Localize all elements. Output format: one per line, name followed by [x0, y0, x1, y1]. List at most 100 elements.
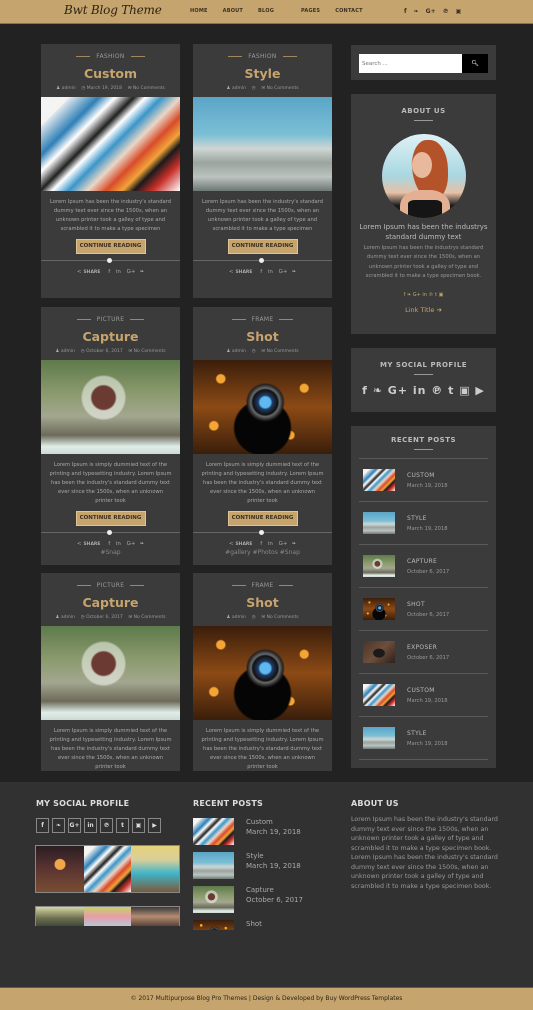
- post-category[interactable]: FRAME: [193, 582, 332, 589]
- post-category[interactable]: PICTURE: [41, 316, 180, 323]
- continue-reading-button[interactable]: CONTINUE READING: [227, 239, 298, 254]
- instagram-icon[interactable]: ▣: [456, 8, 462, 15]
- search-button[interactable]: 🔍︎: [462, 54, 488, 73]
- recent-post-item[interactable]: STYLE March 19, 2018: [359, 717, 488, 760]
- gallery-image[interactable]: [36, 846, 84, 892]
- continue-reading-button[interactable]: CONTINUE READING: [227, 511, 298, 526]
- footer-recent-item[interactable]: Style March 19, 2018: [193, 852, 301, 879]
- recent-post-title[interactable]: CAPTURE: [407, 558, 449, 565]
- recent-post-title[interactable]: STYLE: [407, 515, 448, 522]
- recent-post-item[interactable]: CUSTOM March 19, 2018: [359, 459, 488, 502]
- facebook-icon[interactable]: f: [404, 8, 407, 15]
- post-title[interactable]: Shot: [193, 595, 332, 611]
- recent-post-thumb[interactable]: [363, 469, 395, 491]
- tumblr-icon[interactable]: t: [116, 818, 129, 833]
- continue-reading-button[interactable]: CONTINUE READING: [75, 511, 146, 526]
- recent-post-title[interactable]: CUSTOM: [407, 687, 448, 694]
- post-title[interactable]: Style: [193, 66, 332, 82]
- twitter-icon[interactable]: ❧: [292, 541, 297, 547]
- continue-reading-button[interactable]: CONTINUE READING: [75, 239, 146, 254]
- post-author[interactable]: admin: [61, 615, 75, 620]
- post-comments[interactable]: No Comments: [267, 349, 299, 354]
- post-author[interactable]: admin: [232, 86, 246, 91]
- recent-post-item[interactable]: CAPTURE October 6, 2017: [359, 545, 488, 588]
- gallery-image[interactable]: [83, 846, 132, 892]
- about-social-icons[interactable]: f ❧ G+ in ℗ t ▣: [351, 292, 496, 298]
- footer-recent-thumb[interactable]: [193, 852, 234, 879]
- search-input[interactable]: [359, 54, 462, 73]
- instagram-icon[interactable]: ▣: [132, 818, 145, 833]
- post-comments[interactable]: No Comments: [267, 86, 299, 91]
- post-author[interactable]: admin: [232, 349, 246, 354]
- post-author[interactable]: admin: [62, 86, 76, 91]
- footer-recent-item[interactable]: Capture October 6, 2017: [193, 886, 303, 913]
- footer-recent-title[interactable]: Custom: [246, 818, 301, 828]
- twitter-icon[interactable]: ❧: [414, 8, 419, 15]
- post-tags[interactable]: #gallery #Photos #Snap: [193, 549, 332, 556]
- recent-post-title[interactable]: EXPOSER: [407, 644, 449, 651]
- footer-recent-thumb[interactable]: [193, 886, 234, 913]
- google-plus-icon[interactable]: G+: [127, 269, 136, 275]
- facebook-icon[interactable]: f: [260, 269, 262, 275]
- post-author[interactable]: admin: [232, 615, 246, 620]
- nav-contact[interactable]: CONTACT: [335, 8, 362, 14]
- footer-recent-thumb[interactable]: [193, 818, 234, 845]
- linkedin-icon[interactable]: in: [268, 541, 273, 547]
- post-image[interactable]: [41, 360, 180, 454]
- post-comments[interactable]: No Comments: [133, 86, 165, 91]
- recent-post-thumb[interactable]: [363, 598, 395, 620]
- twitter-icon[interactable]: ❧: [140, 269, 145, 275]
- recent-post-title[interactable]: STYLE: [407, 730, 448, 737]
- twitter-icon[interactable]: ❧: [52, 818, 65, 833]
- recent-post-thumb[interactable]: [363, 641, 395, 663]
- footer-recent-title[interactable]: Shot: [246, 920, 262, 930]
- footer-recent-thumb[interactable]: [193, 920, 234, 930]
- google-plus-icon[interactable]: G+: [426, 8, 436, 15]
- google-plus-icon[interactable]: G+: [279, 269, 288, 275]
- post-title[interactable]: Custom: [41, 66, 180, 82]
- post-comments[interactable]: No Comments: [267, 615, 299, 620]
- recent-post-thumb[interactable]: [363, 684, 395, 706]
- pinterest-icon[interactable]: ℗: [100, 818, 113, 833]
- site-logo[interactable]: Bwt Blog Theme: [64, 3, 162, 17]
- footer-recent-title[interactable]: Style: [246, 852, 301, 862]
- gallery-image[interactable]: [131, 846, 180, 892]
- post-image[interactable]: [193, 97, 332, 191]
- google-plus-icon[interactable]: G+: [279, 541, 288, 547]
- post-tags[interactable]: #Snap: [41, 549, 180, 556]
- linkedin-icon[interactable]: in: [116, 541, 121, 547]
- facebook-icon[interactable]: f: [108, 269, 110, 275]
- post-image[interactable]: [41, 626, 180, 720]
- gallery-image[interactable]: [36, 907, 84, 926]
- linkedin-icon[interactable]: in: [84, 818, 97, 833]
- post-image[interactable]: [41, 97, 180, 191]
- post-image[interactable]: [193, 626, 332, 720]
- link-title[interactable]: Link Title ➔: [351, 306, 496, 314]
- recent-post-title[interactable]: CUSTOM: [407, 472, 448, 479]
- twitter-icon[interactable]: ❧: [292, 269, 297, 275]
- pinterest-icon[interactable]: ℗: [443, 8, 449, 15]
- recent-post-thumb[interactable]: [363, 512, 395, 534]
- facebook-icon[interactable]: f: [108, 541, 110, 547]
- footer-recent-item[interactable]: Custom March 19, 2018: [193, 818, 301, 845]
- gallery-image[interactable]: [83, 907, 132, 926]
- linkedin-icon[interactable]: in: [268, 269, 273, 275]
- facebook-icon[interactable]: f: [260, 541, 262, 547]
- recent-post-item[interactable]: SHOT October 6, 2017: [359, 588, 488, 631]
- twitter-icon[interactable]: ❧: [140, 541, 145, 547]
- post-author[interactable]: admin: [61, 349, 75, 354]
- post-title[interactable]: Capture: [41, 595, 180, 611]
- google-plus-icon[interactable]: G+: [68, 818, 81, 833]
- facebook-icon[interactable]: f: [36, 818, 49, 833]
- post-title[interactable]: Shot: [193, 329, 332, 345]
- nav-blog[interactable]: BLOG: [258, 8, 274, 14]
- footer-recent-item[interactable]: Shot: [193, 920, 262, 930]
- post-category[interactable]: FASHION: [41, 53, 180, 60]
- recent-post-title[interactable]: SHOT: [407, 601, 449, 608]
- post-category[interactable]: FRAME: [193, 316, 332, 323]
- post-title[interactable]: Capture: [41, 329, 180, 345]
- gallery-image[interactable]: [131, 907, 180, 926]
- post-comments[interactable]: No Comments: [134, 615, 166, 620]
- post-category[interactable]: PICTURE: [41, 582, 180, 589]
- post-image[interactable]: [193, 360, 332, 454]
